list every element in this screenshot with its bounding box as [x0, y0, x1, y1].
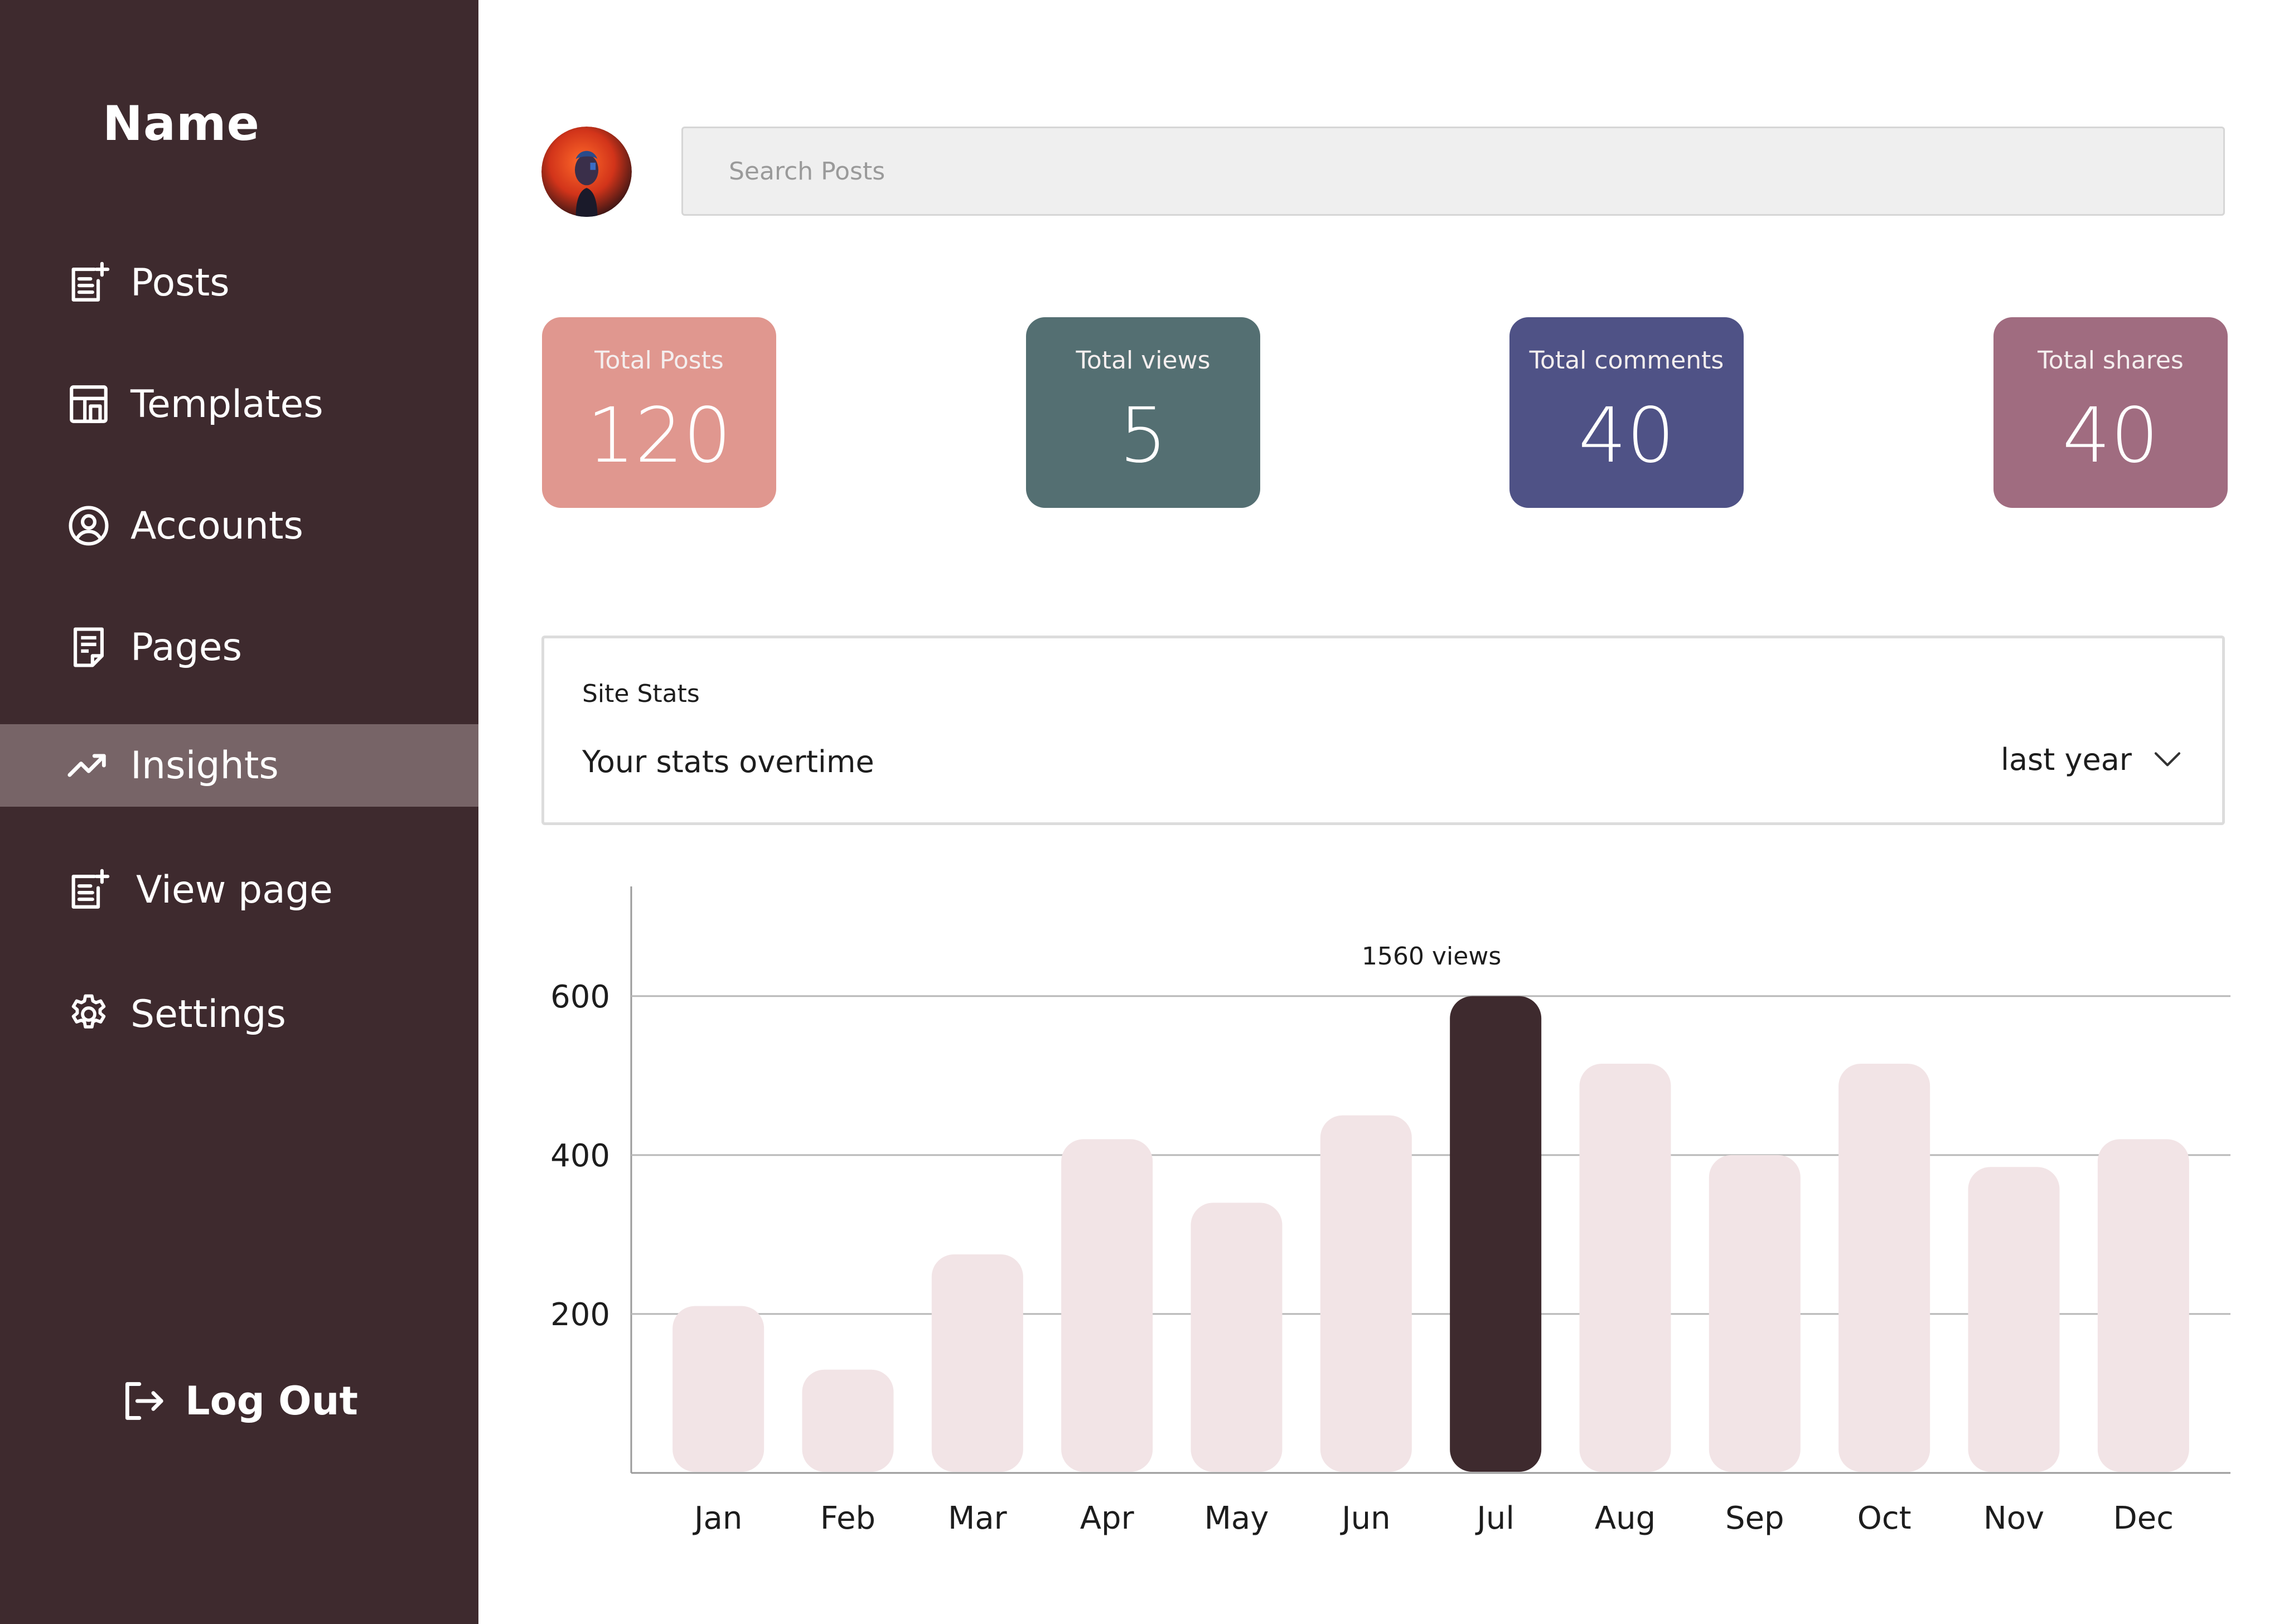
- avatar[interactable]: [541, 127, 632, 217]
- x-tick-label: Apr: [1080, 1500, 1135, 1536]
- panel-subtitle: Your stats overtime: [582, 744, 874, 779]
- gear-icon: [66, 991, 112, 1037]
- sidebar-item-label: Templates: [130, 382, 323, 426]
- logout-button[interactable]: Log Out: [119, 1377, 358, 1425]
- sidebar-item-label: Posts: [130, 260, 230, 305]
- trending-up-icon: [66, 743, 112, 788]
- stat-card-total-comments: Total comments 40: [1509, 317, 1744, 508]
- stat-card-total-views: Total views 5: [1026, 317, 1260, 508]
- x-tick-label: May: [1204, 1500, 1269, 1536]
- x-tick-label: Oct: [1857, 1500, 1912, 1536]
- page-icon: [66, 624, 112, 670]
- bar-annotation: 1560 views: [1362, 942, 1501, 971]
- x-tick-label: Jun: [1340, 1500, 1391, 1536]
- sidebar-item-label: Insights: [130, 743, 279, 788]
- y-tick-label: 200: [550, 1297, 610, 1333]
- add-post-icon: [66, 867, 112, 913]
- chevron-down-icon: [2154, 752, 2181, 766]
- bar: [1838, 1063, 1930, 1472]
- x-tick-label: Dec: [2113, 1500, 2174, 1536]
- sidebar-item-insights[interactable]: Insights: [0, 724, 478, 807]
- stat-label: Total Posts: [594, 346, 724, 375]
- bar: [931, 1254, 1023, 1472]
- x-tick-label: Jul: [1475, 1500, 1514, 1536]
- sidebar-item-label: Accounts: [130, 503, 303, 548]
- stat-card-total-shares: Total shares 40: [1993, 317, 2228, 508]
- bar: [1450, 996, 1542, 1472]
- bar: [672, 1306, 764, 1472]
- sidebar-item-label: Pages: [130, 625, 243, 670]
- search-input[interactable]: [681, 127, 2225, 216]
- stat-label: Total comments: [1529, 346, 1724, 375]
- stat-value: 40: [2062, 392, 2159, 480]
- stat-label: Total shares: [2038, 346, 2184, 375]
- bar: [1968, 1167, 2060, 1472]
- y-tick-label: 600: [550, 979, 610, 1015]
- stat-value: 5: [1119, 392, 1168, 480]
- logout-label: Log Out: [185, 1378, 358, 1424]
- x-tick-label: Sep: [1725, 1500, 1784, 1536]
- bar: [1061, 1139, 1153, 1472]
- account-icon: [66, 503, 112, 549]
- logout-icon: [119, 1377, 167, 1425]
- sidebar-item-accounts[interactable]: Accounts: [0, 484, 478, 567]
- bar: [2097, 1139, 2189, 1472]
- sidebar-item-view-page[interactable]: View page: [0, 849, 478, 931]
- sidebar-item-settings[interactable]: Settings: [0, 973, 478, 1055]
- bar: [1191, 1203, 1283, 1472]
- bar: [1709, 1155, 1801, 1472]
- sidebar-item-pages[interactable]: Pages: [0, 606, 478, 689]
- period-dropdown[interactable]: last year: [2001, 742, 2183, 777]
- x-tick-label: Feb: [820, 1500, 875, 1536]
- x-tick-label: Nov: [1983, 1500, 2044, 1536]
- brand-name: Name: [103, 96, 260, 152]
- sidebar: Name Posts Templates Accounts Pages Insi…: [0, 0, 478, 1624]
- add-post-icon: [66, 260, 112, 306]
- stat-value: 120: [587, 392, 732, 480]
- y-tick-label: 400: [550, 1138, 610, 1174]
- templates-icon: [66, 381, 112, 427]
- sidebar-item-label: Settings: [130, 992, 286, 1036]
- sidebar-item-label: View page: [136, 867, 333, 912]
- site-stats-panel: Site Stats Your stats overtime last year: [541, 636, 2225, 825]
- sidebar-item-templates[interactable]: Templates: [0, 363, 478, 445]
- panel-title: Site Stats: [582, 680, 700, 708]
- x-tick-label: Aug: [1595, 1500, 1656, 1536]
- sidebar-item-posts[interactable]: Posts: [0, 241, 478, 324]
- bar: [1579, 1063, 1671, 1472]
- period-value: last year: [2000, 742, 2132, 777]
- x-tick-label: Mar: [948, 1500, 1008, 1536]
- stat-label: Total views: [1076, 346, 1211, 375]
- bar: [802, 1369, 894, 1472]
- x-tick-label: Jan: [693, 1500, 742, 1536]
- stat-value: 40: [1578, 392, 1675, 480]
- bar: [1320, 1115, 1412, 1472]
- views-bar-chart: 200 400 600 Jan Feb Mar Apr May Jun Jul 1560 views…: [550, 886, 2230, 1536]
- stat-card-total-posts: Total Posts 120: [542, 317, 776, 508]
